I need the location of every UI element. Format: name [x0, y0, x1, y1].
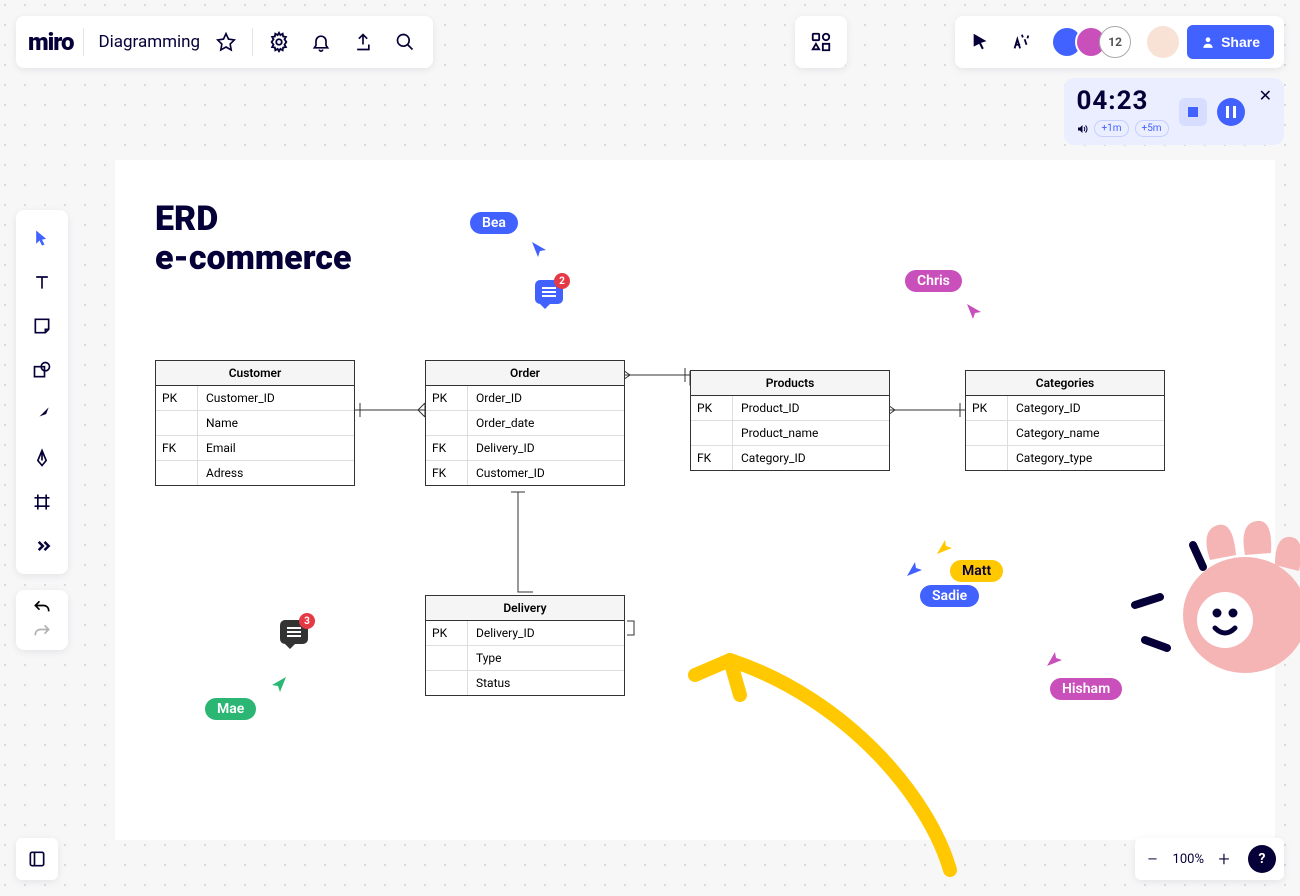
select-tool[interactable] — [22, 218, 62, 258]
undo-button[interactable] — [32, 598, 52, 618]
reactions-icon[interactable] — [1005, 26, 1037, 58]
cursor-arrow-icon — [965, 302, 983, 320]
cursor-arrow-icon — [1045, 650, 1063, 668]
search-icon[interactable] — [389, 26, 421, 58]
timer-plus-1m[interactable]: +1m — [1094, 120, 1128, 137]
export-icon[interactable] — [347, 26, 379, 58]
separator — [252, 28, 253, 56]
ok-hand-sticker[interactable] — [1115, 510, 1300, 710]
pen-tool[interactable] — [22, 438, 62, 478]
cursor-bea: Bea — [470, 212, 518, 234]
board-canvas[interactable]: ERDe-commerce Customer PKCustomer_ID Nam… — [115, 160, 1275, 840]
undo-redo-toolbar — [16, 590, 68, 650]
settings-icon[interactable] — [263, 26, 295, 58]
share-button[interactable]: Share — [1187, 25, 1274, 59]
bell-icon[interactable] — [305, 26, 337, 58]
timer-widget[interactable]: 04:23 +1m +5m ✕ — [1064, 78, 1284, 145]
frame-tool[interactable] — [22, 482, 62, 522]
left-toolbar — [16, 210, 68, 574]
cursor-arrow-icon[interactable] — [965, 26, 997, 58]
timer-plus-5m[interactable]: +5m — [1135, 120, 1169, 137]
timer-pause-button[interactable] — [1217, 98, 1245, 126]
cursor-sadie: Sadie — [920, 585, 979, 607]
sticky-tool[interactable] — [22, 306, 62, 346]
cursor-hisham: Hisham — [1050, 678, 1122, 700]
cursor-matt: Matt — [950, 560, 1003, 582]
cursor-arrow-icon — [935, 538, 953, 556]
guest-avatar[interactable] — [1147, 26, 1179, 58]
erd-table-products[interactable]: Products PKProduct_ID Product_name FKCat… — [690, 370, 890, 471]
top-toolbar-left: miro Diagramming — [16, 16, 433, 68]
erd-table-order[interactable]: Order PKOrder_ID Order_date FKDelivery_I… — [425, 360, 625, 486]
avatar-count[interactable]: 12 — [1099, 26, 1131, 58]
more-tools[interactable] — [22, 526, 62, 566]
timer-close-icon[interactable]: ✕ — [1259, 86, 1272, 105]
board-name[interactable]: Diagramming — [98, 32, 200, 52]
star-icon[interactable] — [210, 26, 242, 58]
zoom-out-button[interactable]: − — [1143, 847, 1163, 871]
miro-logo[interactable]: miro — [28, 28, 73, 56]
cursor-arrow-icon — [530, 240, 548, 258]
line-tool[interactable] — [22, 394, 62, 434]
timer-value: 04:23 — [1076, 86, 1168, 116]
comment-bubble[interactable]: 3 — [280, 620, 308, 644]
help-button[interactable]: ? — [1248, 845, 1276, 873]
cursor-arrow-icon — [905, 560, 923, 578]
erd-table-customer[interactable]: Customer PKCustomer_ID Name FKEmail Adre… — [155, 360, 355, 486]
erd-table-categories[interactable]: Categories PKCategory_ID Category_name C… — [965, 370, 1165, 471]
apps-button[interactable] — [795, 16, 847, 68]
top-toolbar-right: 12 Share — [955, 16, 1284, 68]
cursor-arrow-icon — [270, 675, 288, 693]
erd-table-delivery[interactable]: Delivery PKDelivery_ID Type Status — [425, 595, 625, 696]
separator — [83, 28, 84, 56]
zoom-controls: − 100% + ? — [1135, 838, 1284, 880]
comment-bubble[interactable]: 2 — [535, 280, 563, 304]
cursor-chris: Chris — [905, 270, 962, 292]
text-tool[interactable] — [22, 262, 62, 302]
drawn-arrow[interactable] — [670, 620, 970, 880]
redo-button[interactable] — [32, 622, 52, 642]
cursor-mae: Mae — [205, 698, 256, 720]
zoom-in-button[interactable]: + — [1214, 847, 1234, 871]
frames-panel-button[interactable] — [16, 838, 58, 880]
sound-icon[interactable] — [1076, 123, 1088, 135]
zoom-value[interactable]: 100% — [1173, 852, 1204, 867]
share-label: Share — [1221, 34, 1260, 50]
shape-tool[interactable] — [22, 350, 62, 390]
timer-stop-button[interactable] — [1179, 98, 1207, 126]
